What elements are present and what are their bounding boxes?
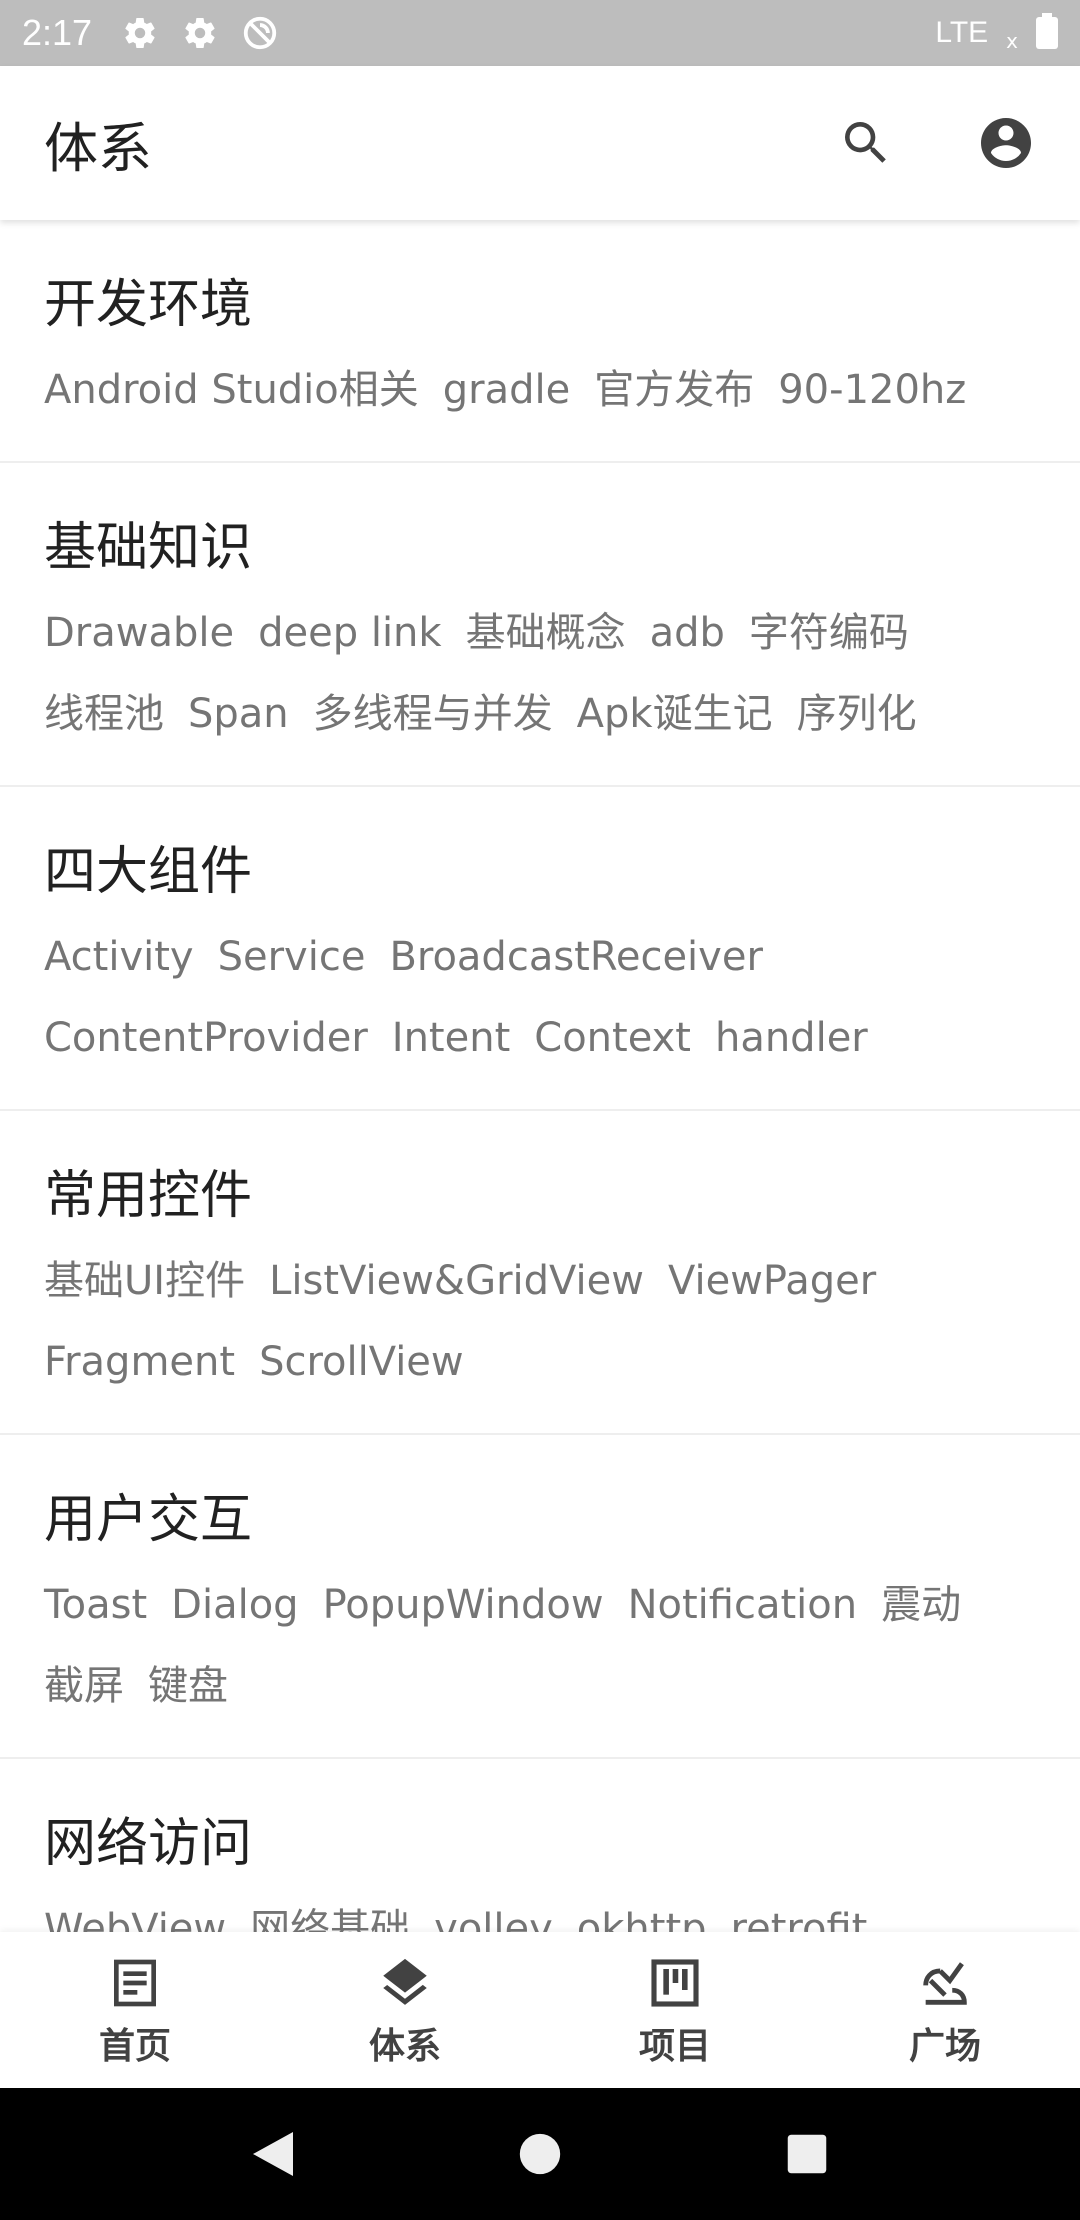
category-tag[interactable]: 90-120hz	[778, 350, 966, 431]
back-icon[interactable]	[243, 2124, 303, 2184]
category-tag[interactable]: Toast	[44, 1565, 147, 1646]
category-tags: WebView 网络基础 volley okhttp retrofit	[44, 1889, 1036, 1932]
category-tag[interactable]: 截屏	[44, 1646, 124, 1727]
category-tag[interactable]: deep link	[258, 593, 441, 674]
category-tag[interactable]: Service	[218, 917, 366, 998]
category-title: 用户交互	[44, 1490, 253, 1550]
category-tag[interactable]: ContentProvider	[44, 998, 368, 1079]
category-card[interactable]: 常用控件基础UI控件 ListView&GridView ViewPager Frag…	[0, 1111, 1080, 1435]
system-navigation-bar	[0, 2088, 1080, 2220]
article-icon	[103, 1951, 167, 2015]
category-title: 四大组件	[44, 842, 253, 902]
nav-item-system[interactable]: 体系	[270, 1932, 540, 2088]
status-right-group: LTE x	[935, 13, 1058, 53]
page-title: 体系	[44, 116, 152, 180]
nav-item-square[interactable]: 广场	[810, 1932, 1080, 2088]
nav-item-home[interactable]: 首页	[0, 1932, 270, 2088]
category-tag[interactable]: ListView&GridView	[269, 1241, 644, 1322]
category-tag[interactable]: volley	[434, 1889, 553, 1932]
sync-disabled-icon	[240, 13, 280, 53]
status-time: 2:17	[22, 12, 93, 53]
nav-label-home: 首页	[98, 2026, 171, 2067]
category-tag[interactable]: Notification	[628, 1565, 858, 1646]
app-bar: 体系	[0, 66, 1080, 220]
project-board-icon	[643, 1951, 707, 2015]
category-tag[interactable]: PopupWindow	[323, 1565, 604, 1646]
home-icon[interactable]	[510, 2124, 570, 2184]
category-tag[interactable]: 基础概念	[466, 593, 626, 674]
category-tag[interactable]: 网络基础	[250, 1889, 410, 1932]
category-tag[interactable]: ScrollView	[259, 1322, 464, 1403]
category-tag[interactable]: retrofit	[731, 1889, 868, 1932]
category-tags: Android Studio相关 gradle 官方发布 90-120hz	[44, 350, 1036, 431]
category-tag[interactable]: Activity	[44, 917, 194, 998]
category-tag[interactable]: Drawable	[44, 593, 234, 674]
category-title: 基础知识	[44, 518, 253, 578]
no-signal-mark: x	[1006, 29, 1018, 53]
status-bar: 2:17 LTE x	[0, 0, 1080, 66]
category-tag[interactable]: 线程池	[44, 674, 164, 755]
category-tag[interactable]: 键盘	[148, 1646, 228, 1727]
battery-icon	[1036, 13, 1058, 53]
category-tag[interactable]: Intent	[392, 998, 510, 1079]
category-tags: Activity Service BroadcastReceiver ContentP…	[44, 917, 1036, 1079]
category-tags: Drawable deep link 基础概念 adb 字符编码线程池 Span 多线程与并…	[44, 593, 1036, 755]
category-tag[interactable]: 官方发布	[594, 350, 754, 431]
gear-icon	[120, 13, 160, 53]
category-tag[interactable]: 字符编码	[749, 593, 909, 674]
category-tag[interactable]: 序列化	[797, 674, 917, 755]
category-card[interactable]: 四大组件 Activity Service BroadcastReceiver Cont…	[0, 787, 1080, 1111]
category-tag[interactable]: 震动	[881, 1565, 961, 1646]
category-tag[interactable]: ViewPager	[668, 1241, 876, 1322]
account-icon[interactable]	[976, 113, 1036, 173]
category-tag[interactable]: Android Studio相关	[44, 350, 419, 431]
square-plaza-icon	[913, 1951, 977, 2015]
category-tag[interactable]: Span	[188, 674, 289, 755]
category-tag[interactable]: Fragment	[44, 1322, 235, 1403]
category-tag[interactable]: Context	[534, 998, 691, 1079]
category-tag[interactable]: BroadcastReceiver	[389, 917, 762, 998]
category-tag[interactable]: Apk诞生记	[577, 674, 773, 755]
network-type: LTE	[935, 16, 989, 49]
category-title: 常用控件	[44, 1166, 253, 1226]
recents-icon[interactable]	[777, 2124, 837, 2184]
nav-label-system: 体系	[368, 2026, 441, 2067]
category-tags: 基础UI控件 ListView&GridView ViewPager Fragment…	[44, 1241, 1036, 1403]
category-tag[interactable]: adb	[650, 593, 725, 674]
category-card[interactable]: 基础知识 Drawable deep link 基础概念 adb 字符编码线程池 Span 多…	[0, 463, 1080, 787]
category-card[interactable]: 网络访问 WebView 网络基础 volley okhttp retrofit	[0, 1759, 1080, 1932]
category-tag[interactable]: 基础UI控件	[44, 1241, 245, 1322]
nav-label-project: 项目	[638, 2026, 711, 2067]
category-tag[interactable]: gradle	[443, 350, 570, 431]
category-card[interactable]: 用户交互 Toast Dialog PopupWindow Notification 震动…	[0, 1435, 1080, 1759]
app-bar-actions	[836, 113, 1036, 173]
category-list: 开发环境 Android Studio相关 gradle 官方发布 90-120hz 基础…	[0, 220, 1080, 1932]
category-tag[interactable]: WebView	[44, 1889, 226, 1932]
layers-icon	[373, 1951, 437, 2015]
category-tag[interactable]: handler	[715, 998, 868, 1079]
search-icon[interactable]	[836, 113, 896, 173]
category-title: 网络访问	[44, 1814, 253, 1874]
category-title: 开发环境	[44, 275, 253, 335]
category-tag[interactable]: 多线程与并发	[313, 674, 553, 755]
category-tag[interactable]: Dialog	[171, 1565, 298, 1646]
gear-icon	[180, 13, 220, 53]
bottom-navigation: 首页 体系 项目 广场	[0, 1932, 1080, 2088]
category-card[interactable]: 开发环境 Android Studio相关 gradle 官方发布 90-120hz	[0, 220, 1080, 463]
nav-label-square: 广场	[908, 2026, 981, 2067]
category-tag[interactable]: okhttp	[577, 1889, 707, 1932]
nav-item-project[interactable]: 项目	[540, 1932, 810, 2088]
category-tags: Toast Dialog PopupWindow Notification 震动截屏 键盘	[44, 1565, 1036, 1727]
